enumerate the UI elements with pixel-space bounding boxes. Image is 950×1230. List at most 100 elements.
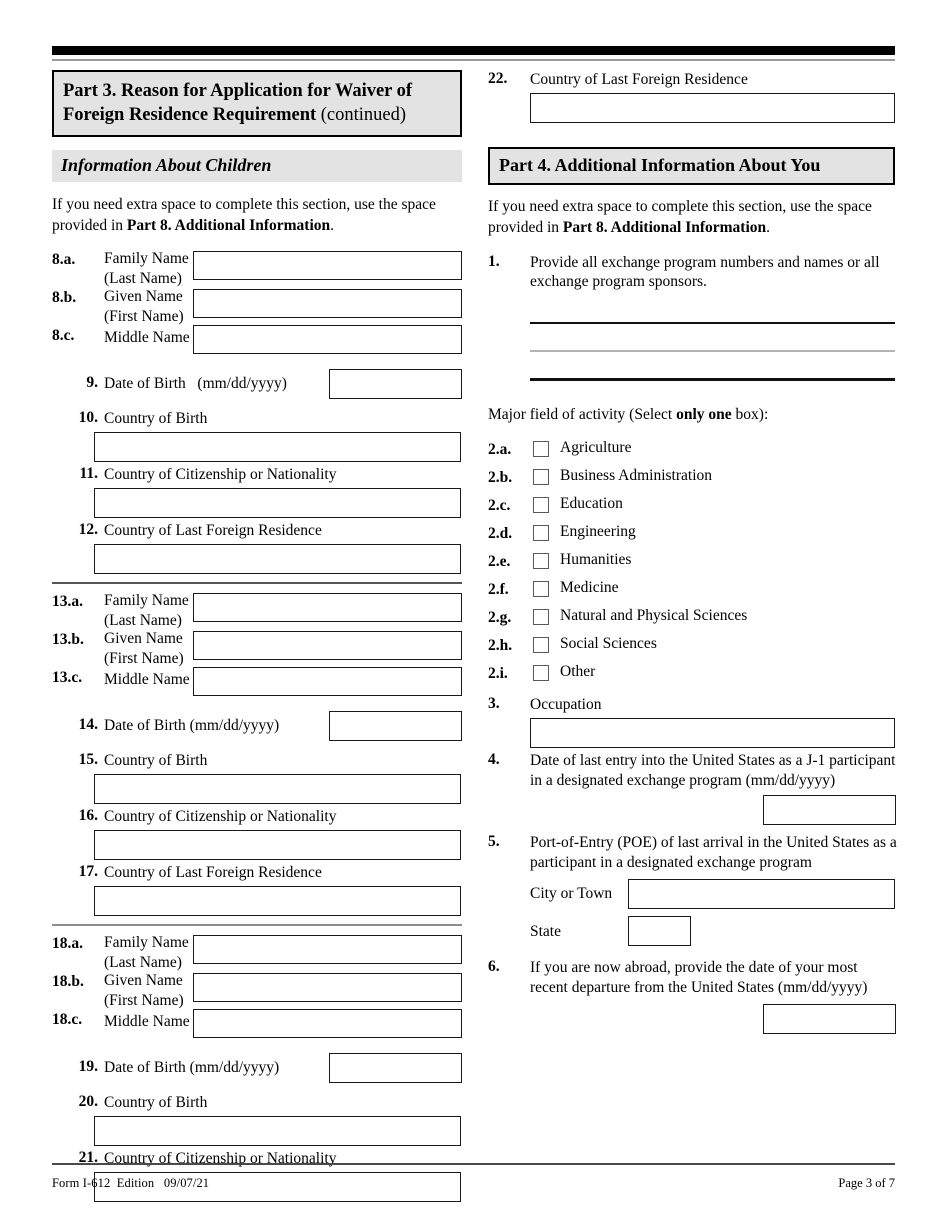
family-name-input-2[interactable] <box>193 593 462 623</box>
middle-name-input-1[interactable] <box>193 325 462 355</box>
checkbox-humanities[interactable] <box>533 553 549 570</box>
right-column: 22. Country of Last Foreign Residence Pa… <box>488 70 897 1048</box>
item-number: 10. <box>78 409 98 427</box>
item-number: 8.b. <box>52 289 77 307</box>
item-number: 2.d. <box>488 525 513 543</box>
checkbox-row-social-sciences[interactable]: 2.h. Social Sciences <box>488 634 895 662</box>
field-row-given-name-2: 13.b. Given Name (First Name) <box>52 630 462 669</box>
checkbox-other[interactable] <box>533 665 549 682</box>
checkbox-row-natural-and-physical-sciences[interactable]: 2.g. Natural and Physical Sciences <box>488 606 895 634</box>
field-label: Country of Birth <box>104 752 208 770</box>
form-number-footer: Form I-612 Edition 09/07/21 <box>52 1176 210 1190</box>
item-6-text: If you are now abroad, provide the date … <box>530 959 868 997</box>
citizenship-input-1[interactable] <box>94 488 461 519</box>
field-row-citizenship-2: 16. Country of Citizenship or Nationalit… <box>52 807 462 863</box>
checkbox-row-business-administration[interactable]: 2.b. Business Administration <box>488 466 895 494</box>
major-field-prompt-prefix: Major field of activity (Select <box>488 405 677 423</box>
top-black-rule <box>52 46 895 55</box>
checkbox-label: Medicine <box>560 579 619 597</box>
checkbox-row-other[interactable]: 2.i. Other <box>488 662 895 690</box>
field-row-citizenship-1: 11. Country of Citizenship or Nationalit… <box>52 465 462 521</box>
checkbox-education[interactable] <box>533 497 549 514</box>
item-number: 6. <box>488 958 500 976</box>
citizenship-input-2[interactable] <box>94 830 461 861</box>
checkbox-label: Engineering <box>560 523 636 541</box>
item-number: 12. <box>78 521 98 539</box>
checkbox-business-administration[interactable] <box>533 469 549 486</box>
checkbox-label: Other <box>560 663 596 681</box>
checkbox-label: Humanities <box>560 551 632 569</box>
field-label: Country of Last Foreign Residence <box>104 864 322 882</box>
middle-name-input-3[interactable] <box>193 1009 462 1039</box>
field-row-last-foreign-residence-3: 22. Country of Last Foreign Residence <box>488 70 895 124</box>
item-number: 2.a. <box>488 441 512 459</box>
field-row-date-of-birth-3: 19. Date of Birth (mm/dd/yyyy) <box>52 1053 462 1093</box>
field-row-family-name-3: 18.a. Family Name (Last Name) <box>52 934 462 973</box>
checkbox-medicine[interactable] <box>533 581 549 598</box>
family-name-input-1[interactable] <box>193 251 462 281</box>
item-number: 18.a. <box>52 935 83 953</box>
city-or-town-input[interactable] <box>628 879 895 910</box>
item-number: 13.a. <box>52 593 83 611</box>
field-row-family-name-2: 13.a. Family Name (Last Name) <box>52 592 462 631</box>
part4-item-4: 4. Date of last entry into the United St… <box>488 751 896 833</box>
field-label-line2: (Last Name) <box>104 612 182 630</box>
date-of-birth-input-1[interactable] <box>329 369 462 400</box>
part4-instruction: If you need extra space to complete this… <box>488 197 888 238</box>
item-number: 20. <box>78 1093 98 1111</box>
country-of-birth-input-2[interactable] <box>94 774 461 805</box>
major-field-checkbox-group: 2.a. Agriculture 2.b. Business Administr… <box>488 438 895 690</box>
field-row-middle-name-3: 18.c. Middle Name <box>52 1009 462 1047</box>
country-of-birth-input-1[interactable] <box>94 432 461 463</box>
checkbox-agriculture[interactable] <box>533 441 549 458</box>
last-foreign-residence-input-3[interactable] <box>530 93 895 123</box>
last-foreign-residence-input-1[interactable] <box>94 544 461 575</box>
field-label: Country of Last Foreign Residence <box>530 71 748 88</box>
field-row-middle-name-2: 13.c. Middle Name <box>52 667 462 705</box>
part3-instruction-suffix: . <box>330 216 335 234</box>
checkbox-label: Natural and Physical Sciences <box>560 607 748 625</box>
occupation-label: Occupation <box>530 696 602 714</box>
date-of-last-entry-input[interactable] <box>763 795 896 826</box>
checkbox-engineering[interactable] <box>533 525 549 542</box>
item-number: 8.c. <box>52 327 75 345</box>
item-number: 19. <box>78 1058 98 1076</box>
country-of-birth-input-3[interactable] <box>94 1116 461 1147</box>
family-name-input-3[interactable] <box>193 935 462 965</box>
given-name-input-3[interactable] <box>193 973 462 1003</box>
form-page: Part 3. Reason for Application for Waive… <box>0 0 950 1230</box>
checkbox-row-medicine[interactable]: 2.f. Medicine <box>488 578 895 606</box>
checkbox-row-agriculture[interactable]: 2.a. Agriculture <box>488 438 895 466</box>
field-label-line2: (First Name) <box>104 308 184 326</box>
checkbox-row-engineering[interactable]: 2.d. Engineering <box>488 522 895 550</box>
field-row-family-name-1: 8.a. Family Name (Last Name) <box>52 250 462 289</box>
checkbox-social-sciences[interactable] <box>533 637 549 654</box>
item-number: 2.h. <box>488 637 513 655</box>
item-number: 8.a. <box>52 251 76 269</box>
checkbox-row-humanities[interactable]: 2.e. Humanities <box>488 550 895 578</box>
state-input[interactable] <box>628 916 691 947</box>
part4-instruction-bold: Part 8. Additional Information <box>562 219 767 236</box>
field-label-line2: (First Name) <box>104 650 184 668</box>
date-of-birth-input-3[interactable] <box>329 1053 462 1084</box>
given-name-input-1[interactable] <box>193 289 462 319</box>
item-number: 3. <box>488 695 500 713</box>
checkbox-row-education[interactable]: 2.c. Education <box>488 494 895 522</box>
date-of-departure-input[interactable] <box>763 1004 896 1035</box>
checkbox-label: Agriculture <box>560 439 632 457</box>
occupation-input[interactable] <box>530 718 895 749</box>
item-4-text: Date of last entry into the United State… <box>530 752 896 790</box>
footer-rule <box>52 1163 895 1165</box>
item-number: 14. <box>78 716 98 734</box>
item-number: 22. <box>488 70 508 87</box>
checkbox-natural-and-physical-sciences[interactable] <box>533 609 549 626</box>
given-name-input-2[interactable] <box>193 631 462 661</box>
middle-name-input-2[interactable] <box>193 667 462 697</box>
date-of-birth-input-2[interactable] <box>329 711 462 742</box>
part4-instruction-suffix: . <box>766 219 771 236</box>
field-label: Date of Birth (mm/dd/yyyy) <box>104 375 287 393</box>
item-number: 18.b. <box>52 973 84 991</box>
last-foreign-residence-input-2[interactable] <box>94 886 461 917</box>
major-field-prompt-suffix: box): <box>731 405 769 423</box>
field-label-line1: Family Name <box>104 592 189 610</box>
